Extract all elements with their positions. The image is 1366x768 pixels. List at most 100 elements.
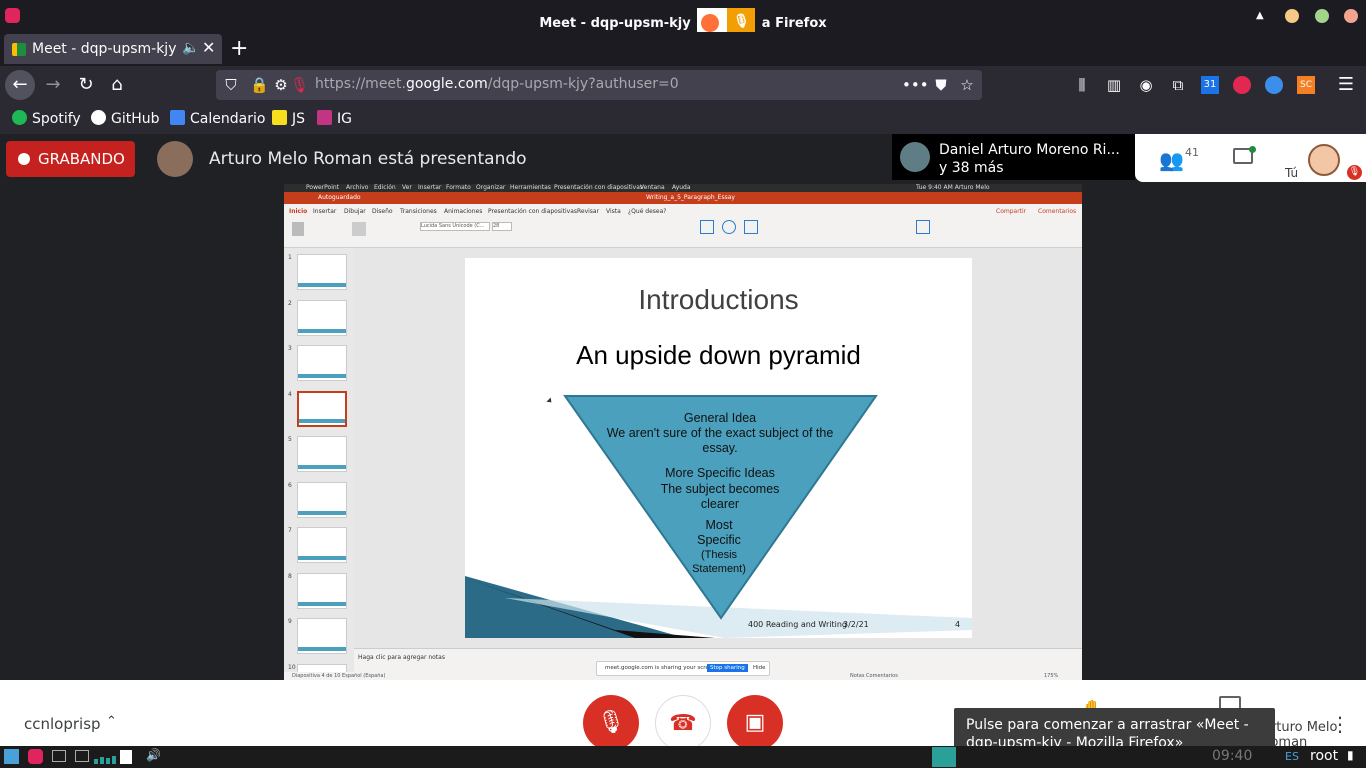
- url-text[interactable]: https://meet.google.com/dqp-upsm-kjy?aut…: [315, 76, 679, 92]
- thumbnail-number: 6: [288, 481, 292, 489]
- bookmark-star-icon[interactable]: ☆: [958, 76, 976, 94]
- font-name-box[interactable]: Lucida Sans Unicode (C...: [420, 222, 490, 231]
- slide-thumbnail[interactable]: [297, 618, 347, 654]
- design-ideas-icon[interactable]: [916, 220, 930, 234]
- slide-thumbnail[interactable]: [297, 527, 347, 563]
- leave-call-button[interactable]: ☎: [655, 695, 711, 751]
- screenshot-icon[interactable]: ⧉: [1169, 76, 1187, 94]
- font-size-box[interactable]: 28: [492, 222, 512, 231]
- extension-icon[interactable]: [1265, 76, 1283, 94]
- chevron-up-icon[interactable]: ⌃: [106, 714, 117, 729]
- url-bar[interactable]: ⛉ 🔒 ⚙ 🎙 https://meet.google.com/dqp-upsm…: [216, 70, 982, 100]
- screen-sharing-bar: meet.google.com is sharing your screen. …: [596, 661, 770, 676]
- document-title: Writing_a_5_Paragraph_Essay: [646, 194, 735, 201]
- ribbon-tab-presentacion[interactable]: Presentación con diapositivas: [488, 208, 577, 215]
- ublock-icon[interactable]: [1233, 76, 1251, 94]
- self-avatar: [1308, 144, 1340, 176]
- microphone-blocked-icon[interactable]: 🎙: [290, 76, 309, 94]
- slide-thumbnail[interactable]: [297, 572, 347, 609]
- ribbon-tab-dibujar[interactable]: Dibujar: [344, 208, 366, 215]
- start-menu-icon[interactable]: [4, 749, 19, 764]
- tab-meet[interactable]: Meet - dqp-upsm-kjy 🔈 ✕: [4, 34, 222, 64]
- lock-icon[interactable]: 🔒: [250, 76, 269, 94]
- menu-ayuda: Ayuda: [672, 184, 691, 191]
- browser-launcher-icon[interactable]: [28, 749, 43, 764]
- firefox-icon: [701, 14, 720, 32]
- calendar-icon: [170, 110, 185, 125]
- thumbnail-band: [298, 328, 346, 333]
- keyboard-layout[interactable]: ES: [1285, 750, 1299, 763]
- participant-tile[interactable]: Daniel Arturo Moreno Ri... y 38 más: [892, 134, 1135, 180]
- chevron-up-icon[interactable]: ▲: [1256, 10, 1264, 21]
- comments-button[interactable]: Comentarios: [1038, 208, 1076, 215]
- maximize-button[interactable]: [1315, 9, 1329, 23]
- library-icon[interactable]: ⫼: [1073, 76, 1091, 94]
- slide-thumbnail[interactable]: [297, 254, 347, 290]
- bookmark-spotify[interactable]: Spotify: [12, 110, 81, 127]
- forward-button[interactable]: →: [38, 70, 68, 100]
- new-tab-button[interactable]: +: [230, 36, 248, 61]
- page-actions-icon[interactable]: •••: [902, 76, 929, 94]
- bookmark-ig[interactable]: IG: [317, 110, 352, 127]
- self-label: Tú: [1285, 166, 1299, 180]
- ribbon-tab-revisar[interactable]: Revisar: [577, 208, 599, 215]
- stop-sharing-button[interactable]: Stop sharing: [707, 664, 748, 672]
- ribbon-tab-transiciones[interactable]: Transiciones: [400, 208, 437, 215]
- bookmark-calendario[interactable]: Calendario: [170, 110, 265, 127]
- images-icon[interactable]: [700, 220, 714, 234]
- thumbnail-number: 10: [288, 663, 296, 671]
- new-slide-icon[interactable]: [352, 222, 366, 236]
- calendar-extension-icon[interactable]: 31: [1201, 76, 1219, 94]
- tab-bar: Meet - dqp-upsm-kjy 🔈 ✕ +: [0, 32, 1366, 66]
- menu-icon[interactable]: ☰: [1337, 76, 1355, 94]
- ribbon-tab-search[interactable]: ¿Qué desea?: [628, 208, 667, 215]
- sidebar-icon[interactable]: ▥: [1105, 76, 1123, 94]
- shield-icon[interactable]: ⛉: [222, 76, 240, 94]
- camera-toggle-button[interactable]: ▣: [727, 695, 783, 751]
- share-button[interactable]: Compartir: [996, 208, 1026, 215]
- back-button[interactable]: ←: [5, 70, 35, 100]
- shapes-icon[interactable]: [722, 220, 736, 234]
- phone-hangup-icon: ☎: [669, 711, 697, 736]
- terminal-icon[interactable]: [75, 750, 89, 762]
- textbox-icon[interactable]: [744, 220, 758, 234]
- slide-date: 3/2/21: [843, 620, 869, 629]
- home-button[interactable]: ⌂: [102, 70, 132, 100]
- volume-icon[interactable]: 🔊: [146, 748, 161, 762]
- slide-thumbnail[interactable]: [297, 299, 347, 336]
- meet-favicon: [12, 43, 26, 56]
- thumbnail-band: [298, 647, 346, 651]
- ribbon-tab-vista[interactable]: Vista: [606, 208, 621, 215]
- slide-thumbnail[interactable]: [297, 481, 347, 518]
- slide-thumbnail[interactable]: [297, 436, 347, 472]
- meeting-code[interactable]: ccnloprisp: [24, 715, 101, 733]
- menu-archivo: Archivo: [346, 184, 369, 191]
- pocket-icon[interactable]: ⛊: [932, 76, 950, 94]
- more-options-icon[interactable]: ⋮: [1330, 712, 1350, 736]
- ribbon-tab-animaciones[interactable]: Animaciones: [444, 208, 482, 215]
- ribbon-tab-insertar[interactable]: Insertar: [313, 208, 336, 215]
- files-icon[interactable]: [52, 750, 66, 762]
- mac-menubar: PowerPoint Archivo Edición Ver Insertar …: [284, 184, 1082, 192]
- permissions-icon[interactable]: ⚙: [272, 76, 290, 94]
- close-window-button[interactable]: [1344, 9, 1358, 23]
- recording-badge: GRABANDO: [6, 141, 135, 177]
- people-icon[interactable]: 👥: [1159, 148, 1184, 172]
- taskbar-firefox-window[interactable]: [932, 747, 956, 767]
- bookmark-github[interactable]: GitHub: [91, 110, 160, 127]
- slide-thumbnails: 1 2 3 4 5 6 7 8 9 10: [284, 248, 354, 680]
- minimize-button[interactable]: [1285, 9, 1299, 23]
- speaker-icon[interactable]: 🔈: [182, 40, 199, 56]
- slide-thumbnail[interactable]: [297, 390, 347, 427]
- mic-toggle-button[interactable]: 🎙: [583, 695, 639, 751]
- soundcloud-extension-icon[interactable]: SC: [1297, 76, 1315, 94]
- hide-button[interactable]: Hide: [753, 665, 766, 671]
- paste-icon[interactable]: [292, 222, 304, 236]
- slide-thumbnail[interactable]: [297, 345, 347, 381]
- account-icon[interactable]: ◉: [1137, 76, 1155, 94]
- reload-button[interactable]: ↻: [71, 70, 101, 100]
- ribbon-tab-inicio[interactable]: Inicio: [289, 208, 307, 215]
- close-tab-icon[interactable]: ✕: [202, 38, 215, 57]
- bookmark-js[interactable]: JS: [272, 110, 305, 127]
- ribbon-tab-diseno[interactable]: Diseño: [372, 208, 393, 215]
